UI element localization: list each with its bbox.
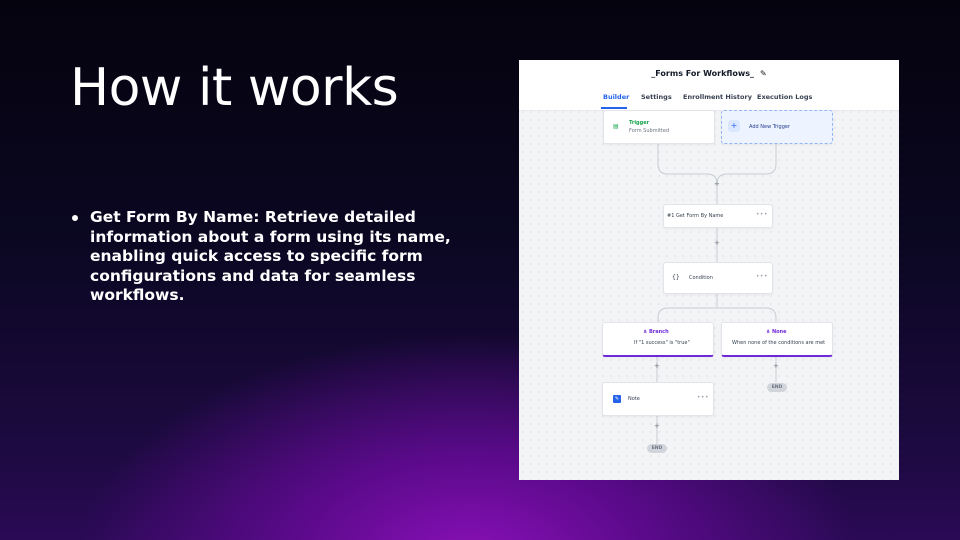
clipboard-icon: ▤ [613,123,619,130]
condition-label: Condition [689,275,713,281]
none-label-text: None [771,329,787,335]
bullet-dot [72,215,78,221]
add-step-plus-3[interactable]: + [654,362,660,370]
trigger-sub: Form Submitted [629,128,670,134]
end-pill-none: END [767,383,787,392]
workflow-title-text: _Forms For Workflows_ [651,69,754,78]
none-sub: When none of the conditions are met [732,340,826,346]
add-step-plus-4[interactable]: + [773,362,779,370]
add-step-plus-2[interactable]: + [714,239,720,247]
add-trigger-button[interactable]: + Add New Trigger [721,110,833,144]
condition-node[interactable]: {} Condition ••• [663,262,773,294]
workflow-header: _Forms For Workflows_ ✎ Builder Settings … [519,60,899,111]
plus-icon: + [728,120,740,132]
branch-label: ⋔ Branch [643,329,669,335]
more-icon[interactable]: ••• [756,273,768,280]
none-label: ⋔ None [766,329,787,335]
bullet-text: Get Form By Name: Retrieve detailed info… [90,208,451,304]
slide-title: How it works [70,58,399,118]
tab-builder[interactable]: Builder [603,93,629,101]
workflow-title: _Forms For Workflows_ ✎ [519,69,899,78]
end-pill-branch: END [647,444,667,453]
action-label: #1 Get Form By Name [667,213,724,219]
more-icon[interactable]: ••• [756,211,768,218]
pencil-icon[interactable]: ✎ [760,69,767,78]
trigger-label: Trigger [629,120,650,126]
add-step-plus-1[interactable]: + [714,180,720,188]
trigger-node[interactable]: ▤ Trigger Form Submitted [603,110,715,144]
none-node[interactable]: ⋔ None When none of the conditions are m… [721,322,833,357]
branch-label-text: Branch [648,329,669,335]
bullet-item: Get Form By Name: Retrieve detailed info… [70,208,470,306]
tab-enrollment-history[interactable]: Enrollment History [683,93,752,101]
note-node[interactable]: ✎ Note ••• [602,382,714,416]
workflow-screenshot: _Forms For Workflows_ ✎ Builder Settings … [519,60,899,480]
add-trigger-label: Add New Trigger [749,124,791,130]
branch-sub: If "1 success" is "true" [634,340,690,346]
braces-icon: {} [672,274,680,281]
note-label: Note [628,396,640,402]
active-tab-indicator [601,107,627,109]
more-icon[interactable]: ••• [697,394,709,401]
note-icon: ✎ [613,395,621,403]
bullet-list: Get Form By Name: Retrieve detailed info… [70,208,470,306]
tab-execution-logs[interactable]: Execution Logs [757,93,812,101]
add-step-plus-5[interactable]: + [654,422,660,430]
tab-settings[interactable]: Settings [641,93,672,101]
action-node-get-form[interactable]: #1 Get Form By Name ••• [663,204,773,228]
branch-node[interactable]: ⋔ Branch If "1 success" is "true" [602,322,714,357]
